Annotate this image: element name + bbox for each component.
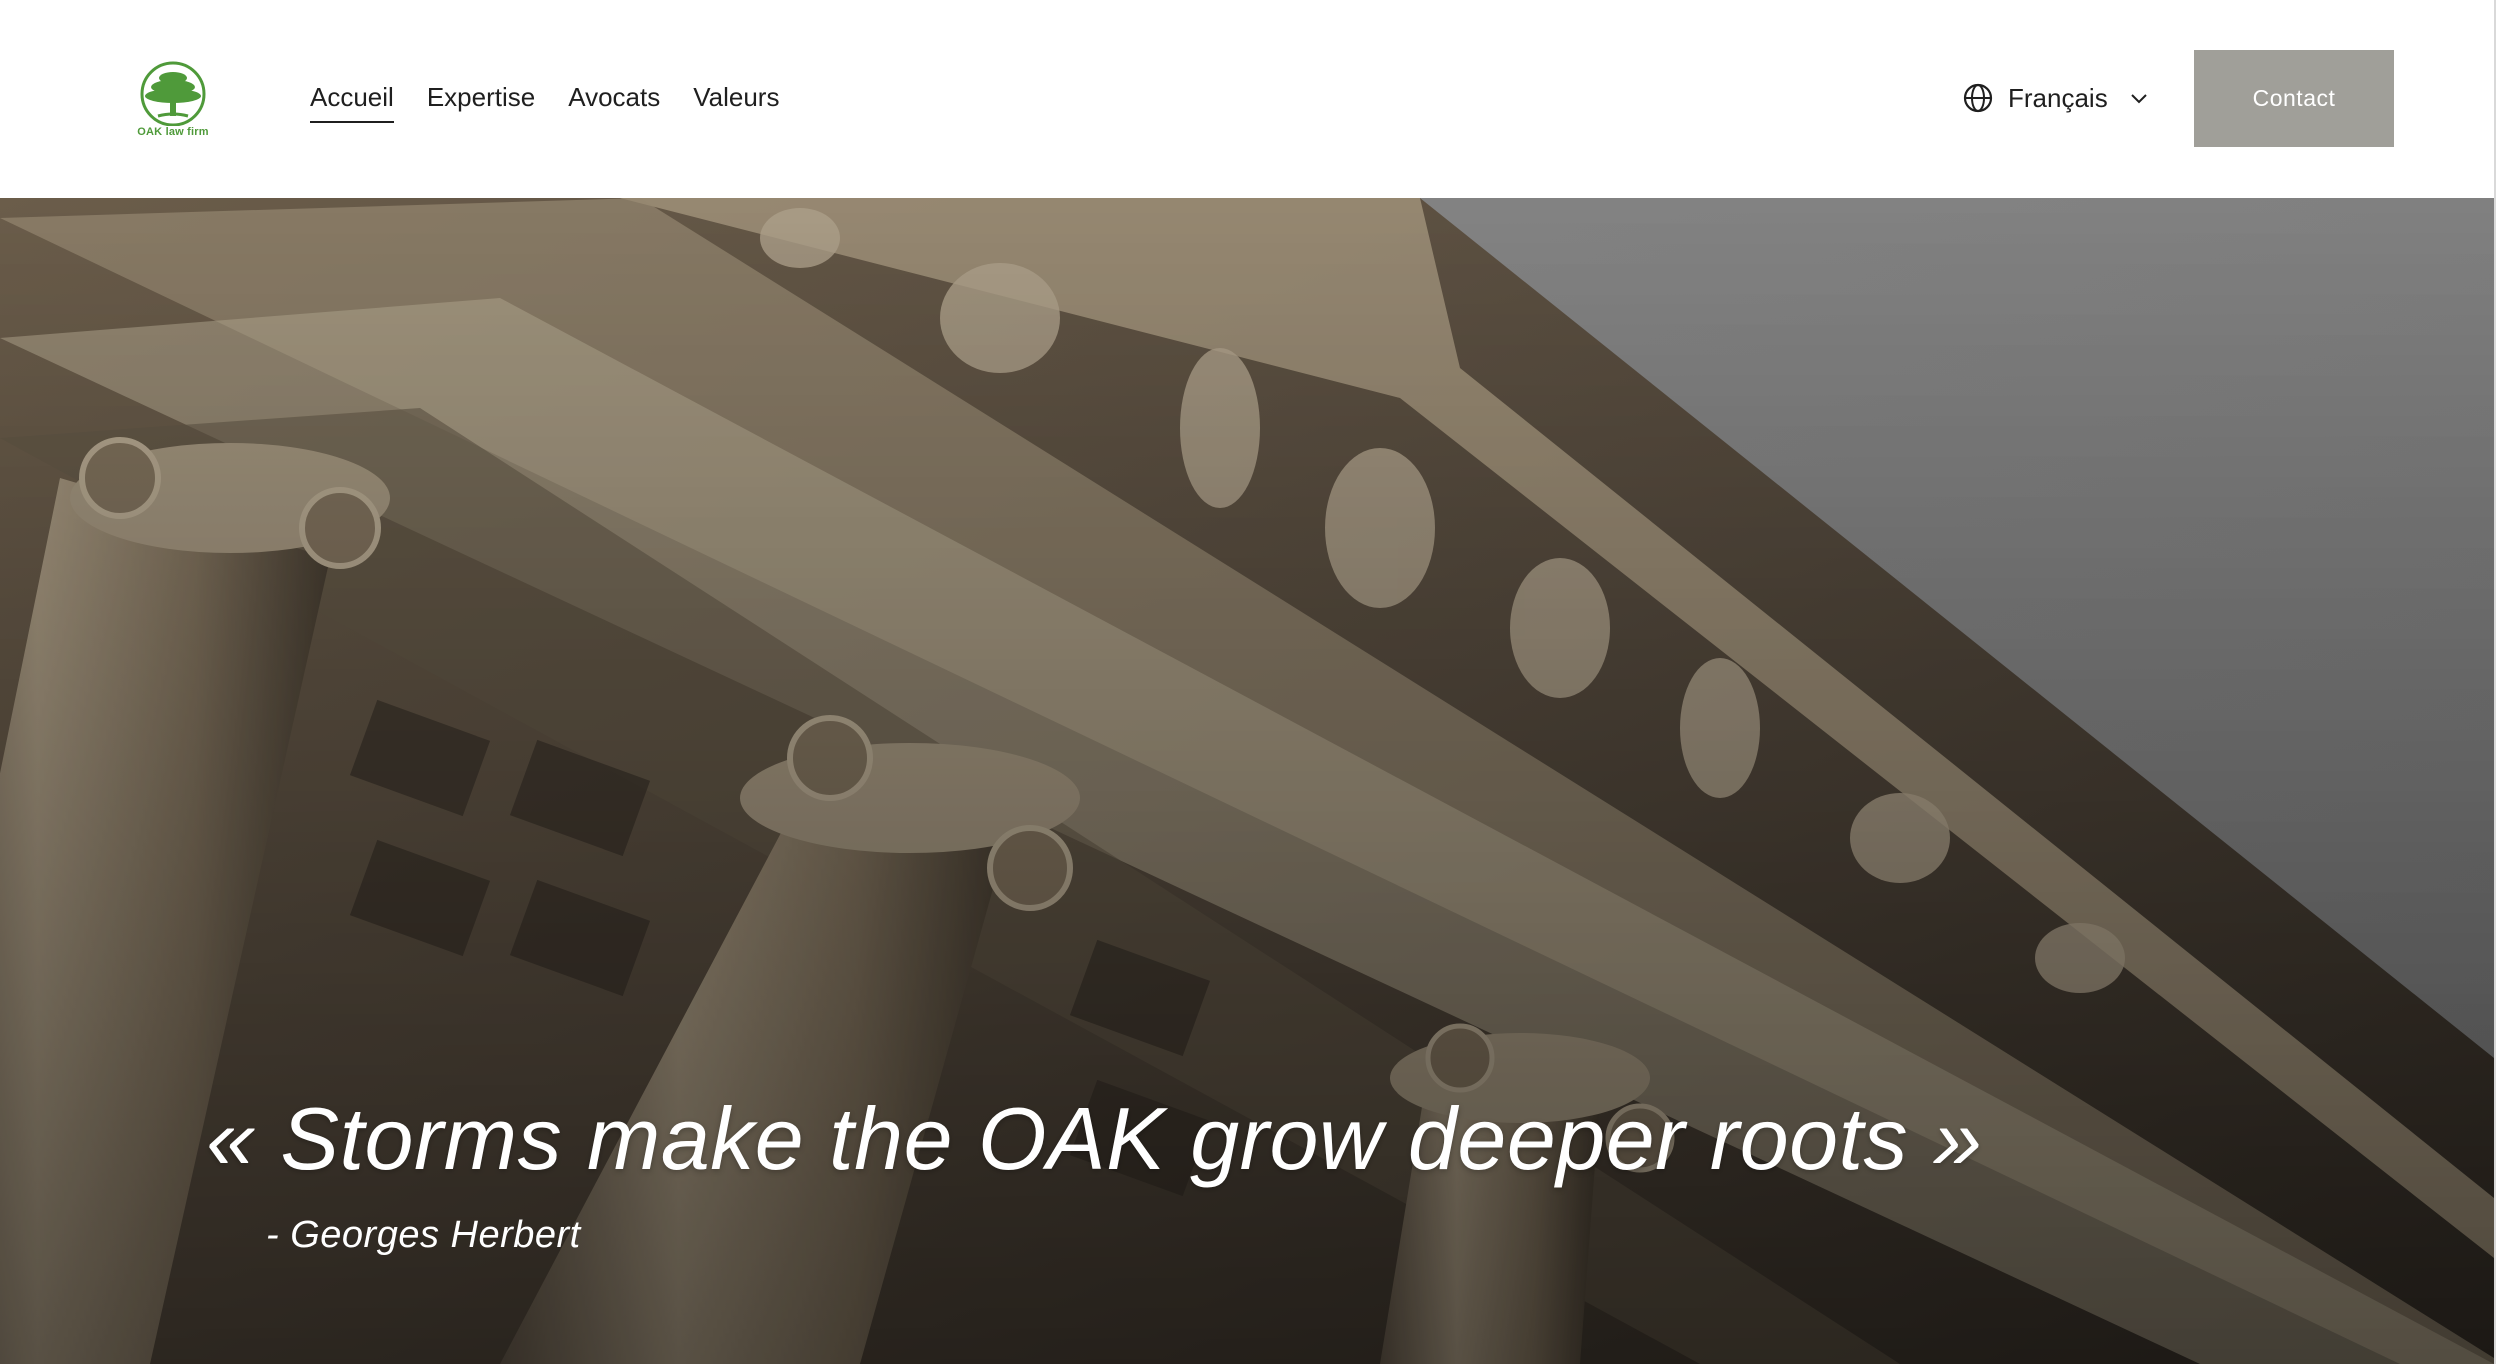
hero-quote: « Storms make the OAK grow deeper roots … [206,1089,1983,1188]
nav-item-avocats[interactable]: Avocats [568,82,660,117]
language-selector[interactable]: Français [1962,80,2150,116]
oak-logo[interactable]: OAK law firm [128,56,218,142]
contact-button[interactable]: Contact [2194,50,2394,147]
hero-section: « Storms make the OAK grow deeper roots … [0,198,2494,1364]
logo-text: OAK law firm [137,126,209,138]
oak-tree-icon [140,61,206,126]
nav-item-expertise[interactable]: Expertise [427,82,535,117]
nav-item-accueil[interactable]: Accueil [310,82,394,123]
main-nav: Accueil Expertise Avocats Valeurs [310,82,779,123]
nav-item-valeurs[interactable]: Valeurs [693,82,779,117]
language-label: Français [2008,82,2108,113]
site-header: OAK law firm Accueil Expertise Avocats V… [0,0,2494,198]
globe-icon [1963,83,1993,113]
chevron-down-icon [2130,94,2147,104]
hero-quote-author: - Georges Herbert [266,1214,581,1256]
